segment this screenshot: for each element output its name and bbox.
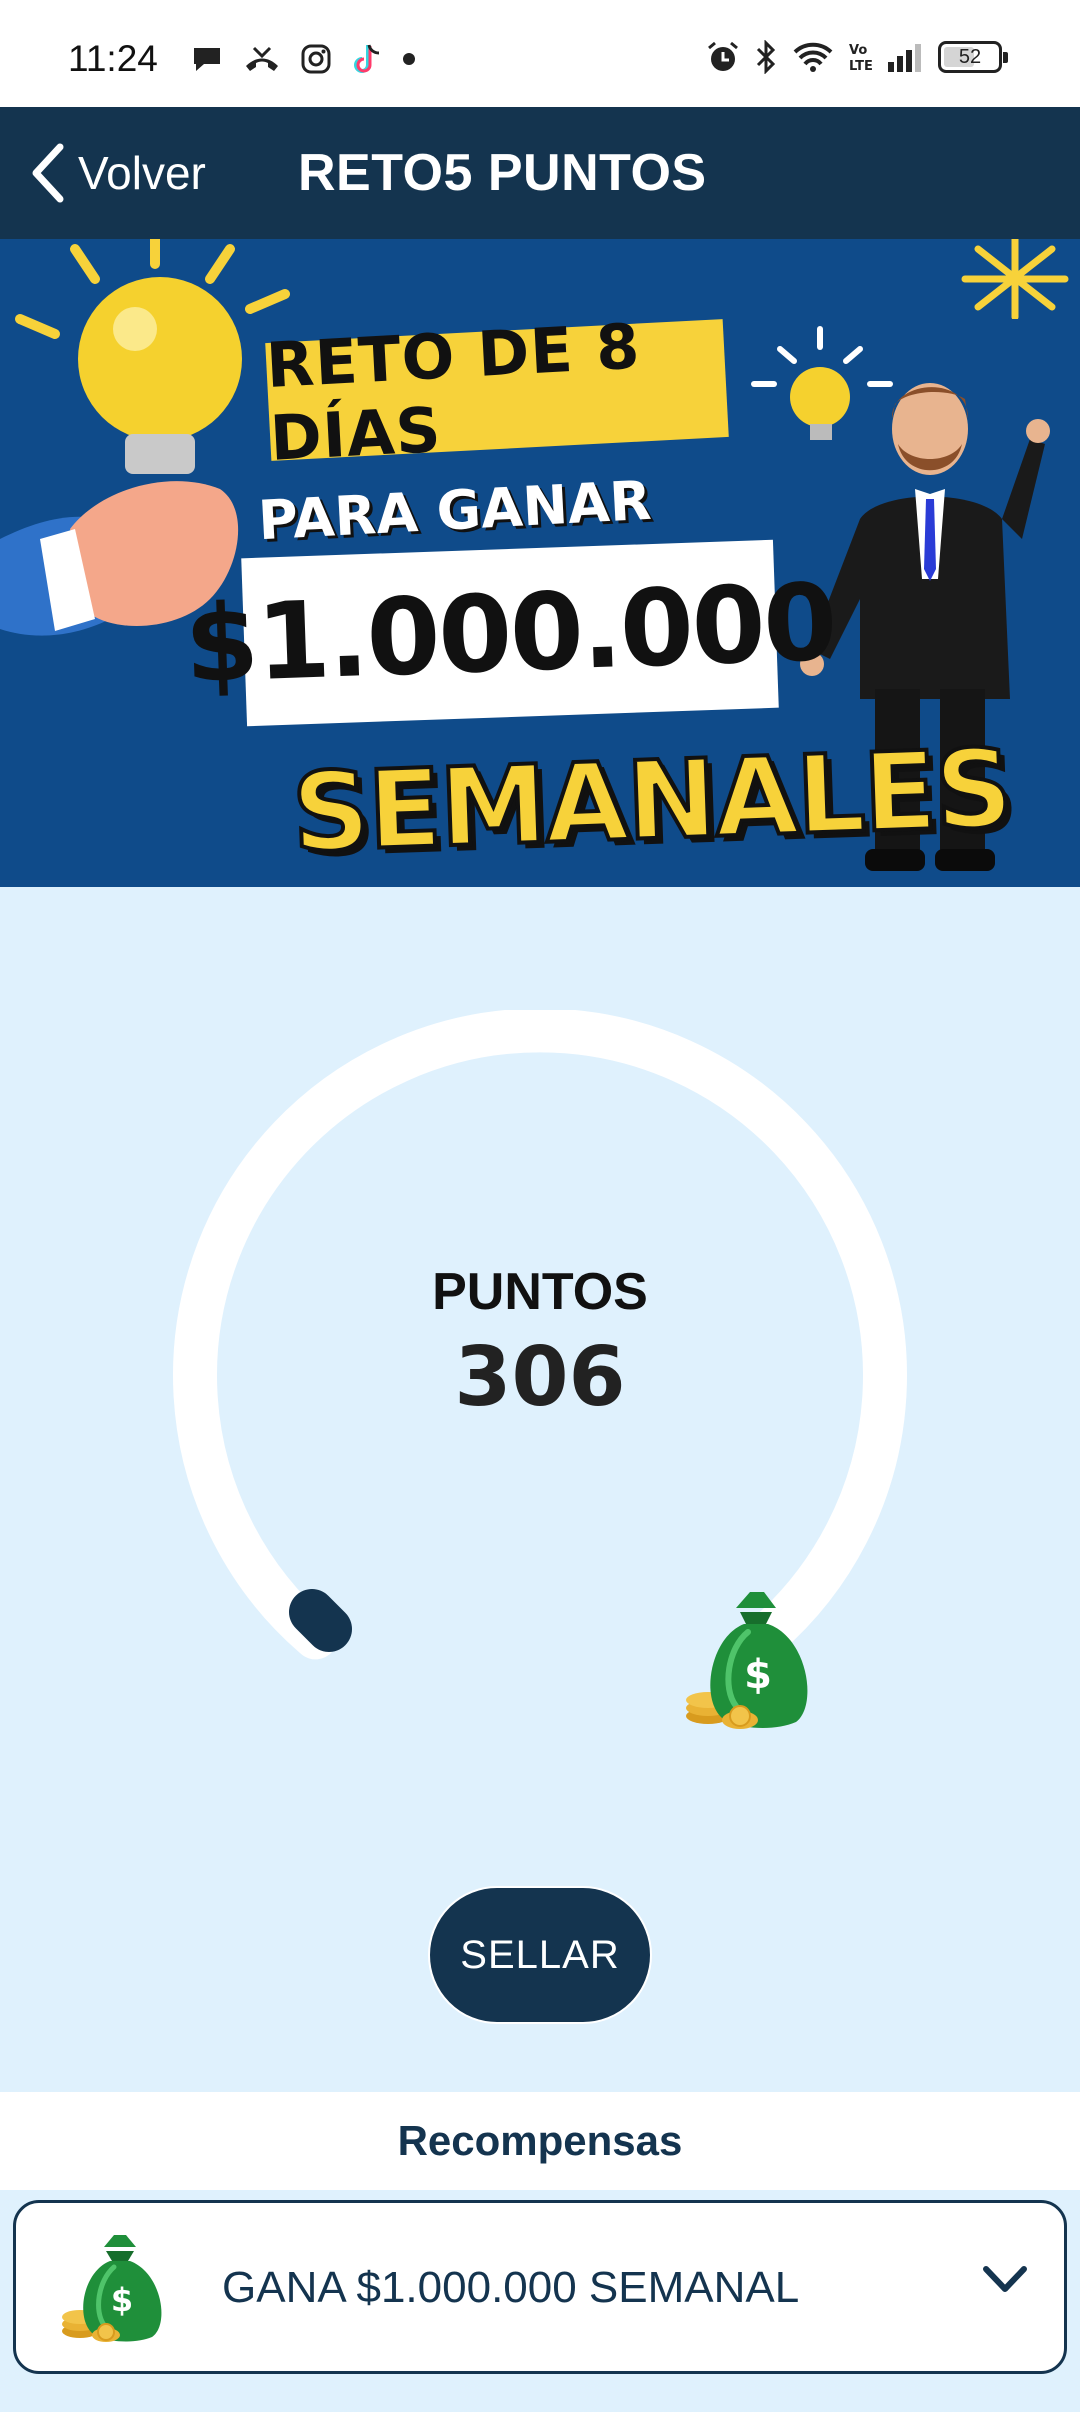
- reward-label: GANA $1.000.000 SEMANAL: [222, 2263, 800, 2312]
- alarm-icon: [708, 41, 738, 71]
- banner-highlight: RETO DE 8 DÍAS: [264, 309, 729, 475]
- banner-amount: $1.000.000: [182, 560, 838, 706]
- status-bar: 11:24 Vo LTE 52: [0, 0, 1080, 107]
- bluetooth-icon: [756, 40, 776, 74]
- dot-icon: [403, 53, 415, 65]
- sparkle-icon: [961, 239, 1069, 319]
- signal-icon: [888, 44, 921, 72]
- promo-banner: RETO DE 8 DÍAS PARA GANAR $1.000.000 SEM…: [0, 239, 1080, 887]
- svg-text:$: $: [111, 2281, 133, 2319]
- wifi-icon: [793, 42, 833, 72]
- money-bag-icon: $: [686, 1592, 808, 1729]
- points-value: 306: [454, 1330, 626, 1425]
- svg-text:$: $: [744, 1652, 772, 1698]
- missed-call-icon: [246, 46, 278, 71]
- notification-icons: [190, 42, 416, 76]
- svg-text:Vo: Vo: [849, 43, 867, 58]
- page-title: RETO5 PUNTOS: [298, 144, 707, 202]
- chat-icon: [194, 48, 220, 71]
- chevron-down-icon[interactable]: [980, 2261, 1030, 2301]
- chevron-left-icon: [32, 143, 64, 203]
- header: Volver RETO5 PUNTOS: [0, 107, 1080, 239]
- banner-amount-box: $1.000.000: [183, 539, 837, 727]
- seal-button[interactable]: SELLAR: [428, 1886, 652, 2024]
- reward-item[interactable]: $ GANA $1.000.000 SEMANAL: [13, 2200, 1067, 2374]
- battery-level: 52: [958, 45, 982, 68]
- status-time: 11:24: [68, 38, 158, 79]
- back-button[interactable]: Volver: [28, 143, 206, 203]
- banner-line-2: PARA GANAR: [256, 468, 653, 553]
- svg-text:LTE: LTE: [849, 59, 872, 74]
- battery-icon: 52: [938, 41, 1008, 73]
- banner-line-4: SEMANALES: [288, 724, 1015, 878]
- tiktok-icon: [354, 44, 380, 73]
- progress-fill: [289, 1589, 352, 1652]
- system-icons: Vo LTE 52: [706, 40, 1008, 74]
- points-label: PUNTOS: [432, 1263, 648, 1321]
- banner-line-1: RETO DE 8 DÍAS: [264, 309, 643, 475]
- instagram-icon: [301, 44, 331, 74]
- money-bag-icon: $: [62, 2235, 162, 2342]
- rewards-header: Recompensas: [0, 2092, 1080, 2190]
- back-label: Volver: [78, 147, 206, 199]
- volte-icon: VoLTE: [849, 43, 872, 74]
- rewards-title: Recompensas: [397, 2117, 683, 2164]
